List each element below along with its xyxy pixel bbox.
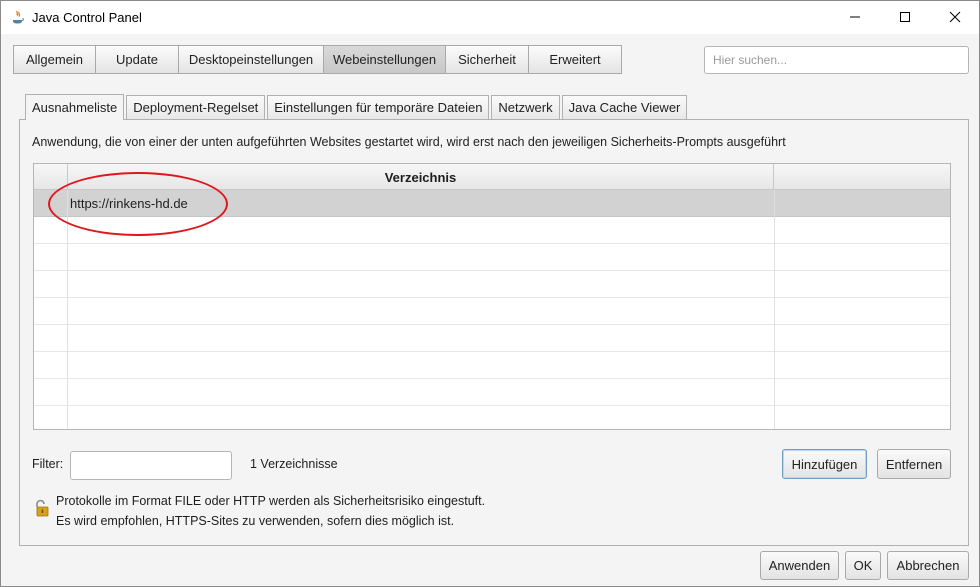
tab-desktopeinstellungen[interactable]: Desktopeinstellungen [178, 45, 324, 74]
add-button[interactable]: Hinzufügen [782, 449, 867, 479]
column-divider [67, 190, 68, 429]
table-row[interactable] [34, 298, 950, 325]
subtab-java-cache-viewer[interactable]: Java Cache Viewer [561, 95, 688, 119]
tab-sicherheit[interactable]: Sicherheit [445, 45, 529, 74]
table-row[interactable] [34, 271, 950, 298]
filter-label: Filter: [32, 457, 64, 471]
sub-tab-bar: Ausnahmeliste Deployment-Regelset Einste… [25, 94, 689, 120]
java-icon [10, 9, 26, 25]
title-bar: Java Control Panel [1, 1, 979, 34]
subtab-netzwerk[interactable]: Netzwerk [491, 95, 560, 119]
filter-input[interactable] [70, 451, 232, 480]
entry-count: 1 Verzeichnisse [250, 457, 338, 471]
window-title: Java Control Panel [32, 10, 142, 25]
table-row[interactable] [34, 244, 950, 271]
table-row[interactable] [34, 325, 950, 352]
tab-erweitert[interactable]: Erweitert [528, 45, 622, 74]
column-divider [774, 190, 775, 429]
tab-allgemein[interactable]: Allgemein [13, 45, 96, 74]
remove-button[interactable]: Entfernen [877, 449, 951, 479]
tab-update[interactable]: Update [95, 45, 179, 74]
table-row[interactable] [34, 379, 950, 406]
subtab-temporaere-dateien[interactable]: Einstellungen für temporäre Dateien [267, 95, 490, 119]
warning-text-line1: Protokolle im Format FILE oder HTTP werd… [56, 494, 486, 508]
table-row[interactable] [34, 352, 950, 379]
exception-list-panel: Anwendung, die von einer der unten aufge… [19, 119, 969, 546]
tab-webeinstellungen[interactable]: Webeinstellungen [323, 45, 446, 74]
search-input[interactable] [704, 46, 969, 74]
main-tab-bar: Allgemein Update Desktopeinstellungen We… [13, 45, 622, 74]
apply-button[interactable]: Anwenden [760, 551, 839, 580]
cancel-button[interactable]: Abbrechen [887, 551, 969, 580]
extra-column-header [774, 164, 949, 190]
close-icon[interactable] [932, 1, 978, 33]
warning-text-line2: Es wird empfohlen, HTTPS-Sites zu verwen… [56, 514, 455, 528]
minimize-icon[interactable] [832, 1, 878, 33]
table-row[interactable] [34, 406, 950, 429]
description-text: Anwendung, die von einer der unten aufge… [32, 135, 786, 149]
ok-button[interactable]: OK [845, 551, 881, 580]
unlock-warning-icon [32, 499, 50, 517]
red-highlight-ellipse [48, 172, 228, 236]
subtab-deployment-regelset[interactable]: Deployment-Regelset [126, 95, 266, 119]
subtab-ausnahmeliste[interactable]: Ausnahmeliste [25, 94, 125, 120]
maximize-icon[interactable] [882, 1, 928, 33]
java-control-panel-window: Java Control Panel Allgemein Update Desk… [0, 0, 980, 587]
